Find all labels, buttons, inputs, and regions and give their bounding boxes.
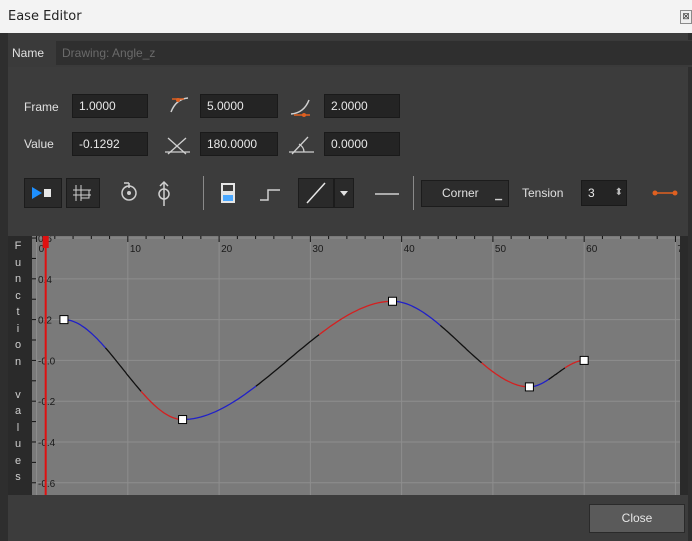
tension-label: Tension [522, 186, 564, 200]
y-axis-title-letter: n [14, 273, 22, 285]
ease-in-handle-icon [290, 99, 310, 117]
y-axis-title-letter: u [14, 256, 22, 269]
corner-dropdown[interactable]: Corner ▁ [421, 180, 509, 207]
flat-line-icon[interactable] [372, 184, 402, 204]
graph-background [32, 236, 680, 495]
y-tick-label: -0.6 [38, 479, 56, 490]
linear-interpolation-button[interactable] [298, 178, 334, 208]
title-bar: Ease Editor ⊠ [0, 0, 692, 33]
rotate-keyframe-icon[interactable] [116, 180, 142, 206]
chevron-down-icon: ▁ [495, 190, 502, 200]
x-tick-label: 20 [221, 244, 233, 255]
grid-snap-button[interactable] [66, 178, 100, 208]
chevron-down-icon [340, 191, 348, 196]
ease-in-angle-icon [289, 136, 314, 155]
toolbar-separator [203, 176, 204, 210]
keyframe-point[interactable] [524, 382, 534, 392]
y-tick-label: -0.0 [38, 356, 56, 367]
ease-out-handle-icon [170, 97, 189, 113]
name-label: Name [12, 46, 45, 60]
x-tick-label: 60 [586, 244, 598, 255]
y-axis-title-letter: u [14, 438, 22, 450]
ease-out-x-field[interactable]: 5.0000 [200, 94, 278, 118]
play-icon [32, 187, 51, 199]
y-axis-title-letter: o [14, 339, 22, 351]
right-border [688, 33, 692, 541]
interpolation-dropdown-button[interactable] [334, 178, 354, 208]
ease-in-angle-field[interactable]: 0.0000 [324, 132, 400, 156]
close-button[interactable]: Close [589, 504, 685, 533]
playhead-handle [42, 236, 49, 248]
y-axis-title-letter: e [14, 454, 22, 467]
window-title: Ease Editor [8, 9, 82, 24]
corner-label: Corner [442, 186, 479, 200]
x-tick-label: 50 [495, 244, 507, 255]
keyframe-point[interactable] [579, 355, 589, 365]
y-axis-title-letter: c [15, 289, 21, 302]
vertical-align-icon[interactable] [152, 180, 176, 208]
y-axis-title-letter: v [15, 388, 21, 401]
name-row: Name Drawing: Angle_z [8, 40, 692, 67]
copy-keyframe-icon[interactable] [218, 181, 240, 205]
ease-editor-window: Ease Editor ⊠ Name Drawing: Angle_z Fram… [0, 0, 692, 541]
x-tick-label: 30 [312, 244, 324, 255]
ease-in-x-field[interactable]: 2.0000 [324, 94, 400, 118]
value-field[interactable]: -0.1292 [72, 132, 148, 156]
y-axis-title: Functionvalues [8, 236, 26, 495]
link-handles-icon[interactable] [650, 186, 680, 200]
spinner-icon[interactable]: ⬍ [615, 181, 623, 205]
tension-field[interactable]: 3 ⬍ [581, 180, 627, 206]
tension-value: 3 [588, 186, 595, 200]
step-interpolation-icon[interactable] [258, 184, 284, 204]
frame-field[interactable]: 1.0000 [72, 94, 148, 118]
toolbar-separator-2 [413, 176, 414, 210]
linear-icon [306, 182, 326, 204]
keyframe-point[interactable] [59, 315, 69, 325]
ease-out-angle-field[interactable]: 180.0000 [200, 132, 278, 156]
name-field[interactable]: Drawing: Angle_z [56, 41, 692, 65]
y-axis-title-letter: n [14, 355, 22, 368]
y-axis-title-letter: s [15, 471, 21, 483]
y-axis-title-letter: t [16, 306, 20, 318]
keyframe-point[interactable] [388, 296, 398, 306]
x-tick-label: 40 [404, 244, 416, 255]
ease-out-angle-icon [165, 137, 190, 155]
y-tick-label: -0.4 [38, 438, 56, 449]
left-border [0, 33, 8, 541]
y-axis-title-letter: i [16, 322, 20, 335]
y-axis-title-letter: a [14, 405, 22, 417]
x-tick-label: 70 [677, 244, 680, 255]
x-tick-label: 10 [130, 244, 142, 255]
keyframe-point[interactable] [178, 415, 188, 425]
value-label: Value [24, 137, 54, 151]
play-curve-button[interactable] [24, 178, 62, 208]
function-graph[interactable]: 0102030405060700.60.40.2-0.0-0.2-0.4-0.6 [32, 236, 680, 495]
y-axis-title-letter: l [16, 421, 20, 434]
y-axis-title-letter: F [14, 240, 22, 252]
frame-label: Frame [24, 100, 59, 114]
close-window-icon[interactable]: ⊠ [680, 10, 692, 24]
y-tick-label: -0.2 [38, 397, 56, 408]
grid-icon [73, 185, 91, 201]
